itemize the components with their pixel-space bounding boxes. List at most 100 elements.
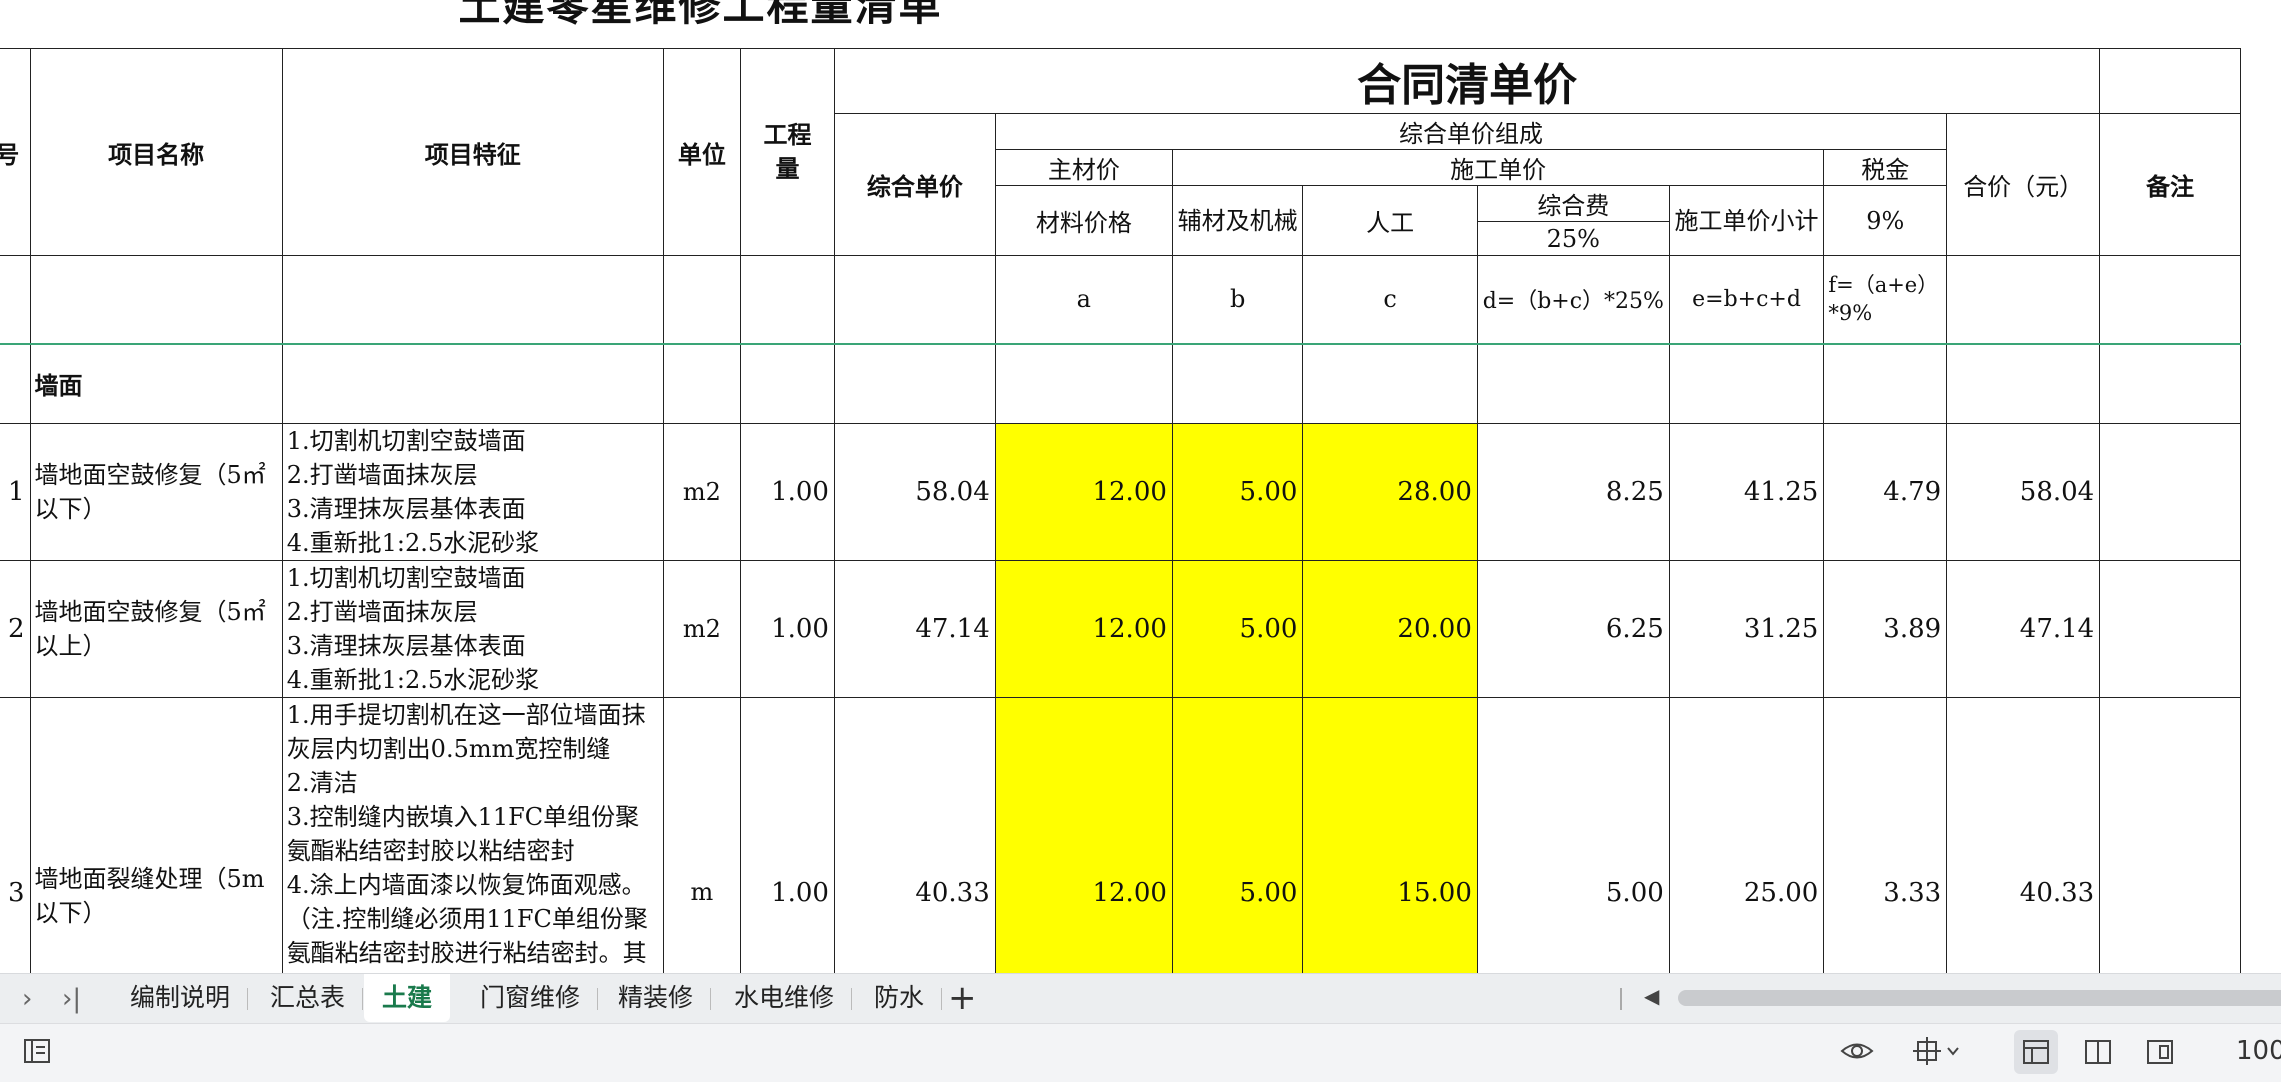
- row-features[interactable]: 1.用手提切割机在这一部位墙面抹灰层内切割出0.5mm宽控制缝 2.清洁 3.控…: [281, 697, 664, 973]
- row-seq[interactable]: 1: [0, 423, 31, 561]
- row-composite[interactable]: 58.04: [833, 423, 996, 561]
- header-name[interactable]: 项目名称: [29, 48, 283, 256]
- row-unit[interactable]: m2: [662, 560, 742, 698]
- header-feature[interactable]: 项目特征: [281, 48, 664, 256]
- header-composite-fee[interactable]: 综合费: [1476, 185, 1670, 222]
- row-f[interactable]: 3.89: [1823, 560, 1948, 698]
- row-features[interactable]: 1.切割机切割空鼓墙面 2.打凿墙面抹灰层 3.清理抹灰层基体表面 4.重新批1…: [281, 423, 664, 561]
- row-c[interactable]: 28.00: [1302, 423, 1478, 561]
- cell[interactable]: [662, 343, 742, 424]
- row-qty[interactable]: 1.00: [740, 697, 835, 973]
- tab-shuidian-weixiu[interactable]: 水电维修: [716, 974, 853, 1022]
- row-f[interactable]: 4.79: [1823, 423, 1948, 561]
- header-aux-machine[interactable]: 辅材及机械: [1171, 185, 1304, 256]
- formula-d[interactable]: d=（b+c）*25%: [1476, 255, 1670, 345]
- formula-f[interactable]: f=（a+e）*9%: [1823, 255, 1948, 345]
- cell[interactable]: [1171, 343, 1304, 424]
- row-name[interactable]: 墙地面空鼓修复（5㎡以下）: [29, 423, 283, 561]
- tab-bianzhi-shuoming[interactable]: 编制说明: [112, 974, 249, 1022]
- cell[interactable]: [1946, 255, 2101, 345]
- add-sheet-button[interactable]: +: [948, 978, 977, 1018]
- header-composite-rate[interactable]: 25%: [1476, 221, 1670, 256]
- section-title[interactable]: 墙面: [29, 343, 283, 424]
- next-sheet-icon[interactable]: ›: [22, 984, 32, 1014]
- row-d[interactable]: 5.00: [1476, 697, 1670, 973]
- row-a[interactable]: 12.00: [994, 423, 1173, 561]
- zoom-level[interactable]: 100%: [2236, 1036, 2281, 1066]
- row-b[interactable]: 5.00: [1171, 423, 1304, 561]
- row-a[interactable]: 12.00: [994, 560, 1173, 698]
- row-total[interactable]: 58.04: [1946, 423, 2101, 561]
- row-c[interactable]: 15.00: [1302, 697, 1478, 973]
- page-layout-icon[interactable]: [2076, 1030, 2120, 1074]
- cell[interactable]: [281, 255, 664, 345]
- row-b[interactable]: 5.00: [1171, 697, 1304, 973]
- table-row[interactable]: 2 墙地面空鼓修复（5㎡以上） 1.切割机切割空鼓墙面 2.打凿墙面抹灰层 3.…: [0, 560, 2241, 698]
- last-sheet-icon[interactable]: ›|: [62, 984, 81, 1014]
- row-d[interactable]: 8.25: [1476, 423, 1670, 561]
- row-unit[interactable]: m: [662, 697, 742, 973]
- row-remark[interactable]: [2099, 423, 2241, 561]
- formula-e[interactable]: e=b+c+d: [1668, 255, 1825, 345]
- scroll-splitter[interactable]: [1620, 988, 1622, 1010]
- row-d[interactable]: 6.25: [1476, 560, 1670, 698]
- cell[interactable]: [0, 255, 31, 345]
- row-remark[interactable]: [2099, 560, 2241, 698]
- header-tax-rate[interactable]: 9%: [1823, 185, 1948, 256]
- header-unit[interactable]: 单位: [662, 48, 742, 256]
- cell[interactable]: [29, 255, 283, 345]
- row-name[interactable]: 墙地面空鼓修复（5㎡以上）: [29, 560, 283, 698]
- row-f[interactable]: 3.33: [1823, 697, 1948, 973]
- cell[interactable]: [662, 255, 742, 345]
- header-qty[interactable]: 工程量: [740, 48, 835, 256]
- header-contract-price[interactable]: 合同清单价: [833, 48, 2101, 114]
- header-composite-price[interactable]: 综合单价: [833, 113, 996, 256]
- tab-jingzhuangxiu[interactable]: 精装修: [600, 974, 712, 1022]
- row-name[interactable]: 墙地面裂缝处理（5m以下）: [29, 697, 283, 973]
- cell[interactable]: [1668, 343, 1825, 424]
- row-e[interactable]: 31.25: [1668, 560, 1825, 698]
- cell[interactable]: [1302, 343, 1478, 424]
- locate-icon[interactable]: [1912, 1036, 1962, 1073]
- bill-of-quantities-table[interactable]: 序号 项目名称 项目特征 单位 工程量 合同清单价 综合单价 综合单价组成 合价…: [0, 48, 2241, 973]
- row-unit[interactable]: m2: [662, 423, 742, 561]
- normal-view-icon[interactable]: [2014, 1030, 2058, 1074]
- header-subtotal[interactable]: 施工单价小计: [1668, 185, 1825, 256]
- header-seq[interactable]: 序号: [0, 48, 31, 256]
- page-break-icon[interactable]: [2138, 1030, 2182, 1074]
- table-row[interactable]: 3 墙地面裂缝处理（5m以下） 1.用手提切割机在这一部位墙面抹灰层内切割出0.…: [0, 697, 2241, 973]
- header-composition[interactable]: 综合单价组成: [994, 113, 1948, 150]
- cell[interactable]: [833, 255, 996, 345]
- row-seq[interactable]: 2: [0, 560, 31, 698]
- row-qty[interactable]: 1.00: [740, 560, 835, 698]
- header-tax[interactable]: 税金: [1823, 149, 1948, 186]
- header-material-price[interactable]: 材料价格: [994, 185, 1173, 256]
- sheet-list-icon[interactable]: [22, 1036, 52, 1073]
- header-construction-unit-price[interactable]: 施工单价: [1171, 149, 1825, 186]
- header-main-material[interactable]: 主材价: [994, 149, 1173, 186]
- row-total[interactable]: 47.14: [1946, 560, 2101, 698]
- row-a[interactable]: 12.00: [994, 697, 1173, 973]
- cell[interactable]: [1476, 343, 1670, 424]
- row-c[interactable]: 20.00: [1302, 560, 1478, 698]
- cell[interactable]: [994, 343, 1173, 424]
- header-blank[interactable]: [2099, 48, 2241, 114]
- cell[interactable]: [281, 343, 664, 424]
- spreadsheet-area[interactable]: 土建零星维修工程量清单 序号 项目名称 项目特征 单位 工程量 合同清单价 综合…: [0, 0, 2281, 973]
- table-row[interactable]: 1 墙地面空鼓修复（5㎡以下） 1.切割机切割空鼓墙面 2.打凿墙面抹灰层 3.…: [0, 423, 2241, 561]
- cell[interactable]: [833, 343, 996, 424]
- tab-huizongbiao[interactable]: 汇总表: [252, 974, 364, 1022]
- scroll-left-icon[interactable]: ◀: [1644, 984, 1659, 1008]
- formula-a[interactable]: a: [994, 255, 1173, 345]
- cell[interactable]: [2099, 343, 2241, 424]
- row-e[interactable]: 25.00: [1668, 697, 1825, 973]
- cell[interactable]: [1946, 343, 2101, 424]
- row-seq[interactable]: 3: [0, 697, 31, 973]
- row-total[interactable]: 40.33: [1946, 697, 2101, 973]
- header-total[interactable]: 合价（元）: [1946, 113, 2101, 256]
- row-composite[interactable]: 40.33: [833, 697, 996, 973]
- cell[interactable]: [740, 255, 835, 345]
- row-qty[interactable]: 1.00: [740, 423, 835, 561]
- formula-b[interactable]: b: [1171, 255, 1304, 345]
- eye-icon[interactable]: [1840, 1036, 1874, 1073]
